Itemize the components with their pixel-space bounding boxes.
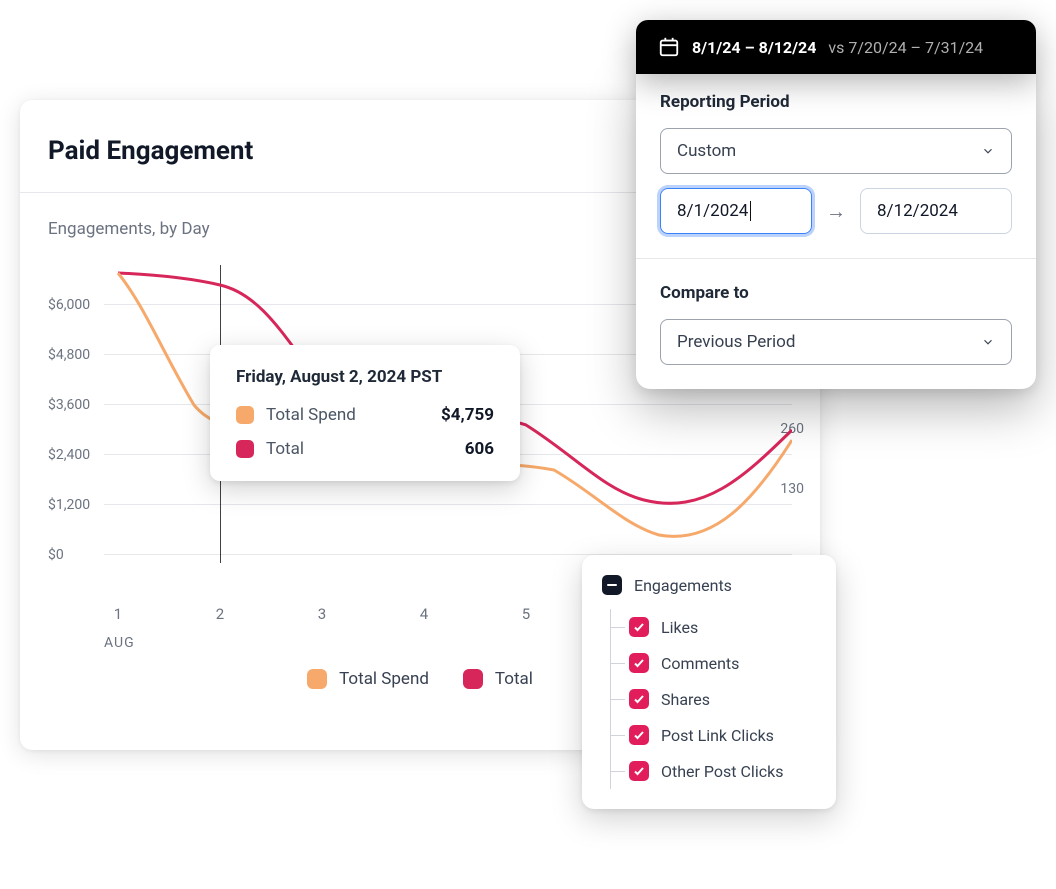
date-range-inputs: 8/1/2024 → 8/12/2024 — [660, 188, 1012, 234]
engagements-tree: Likes Comments Shares Post Link Clicks O… — [610, 609, 816, 789]
end-date-value: 8/12/2024 — [877, 201, 958, 221]
end-date-input[interactable]: 8/12/2024 — [860, 188, 1012, 234]
x-month-label: AUG — [104, 635, 135, 651]
date-range-primary: 8/1/24 – 8/12/24 — [692, 38, 816, 57]
compare-to-section: Compare to Previous Period — [636, 258, 1036, 389]
y-left-tick: $3,600 — [48, 397, 100, 413]
engagement-option-label: Likes — [661, 618, 698, 637]
y-left-tick: $4,800 — [48, 347, 100, 363]
engagement-option-label: Other Post Clicks — [661, 762, 783, 781]
tooltip-title: Friday, August 2, 2024 PST — [236, 367, 494, 387]
checkbox-checked-icon — [629, 653, 649, 673]
x-tick: 5 — [522, 605, 530, 623]
reporting-period-label: Reporting Period — [660, 92, 1012, 112]
compare-to-select[interactable]: Previous Period — [660, 319, 1012, 365]
legend-item: Total Spend — [307, 669, 429, 689]
x-tick: 3 — [318, 605, 326, 623]
engagements-filter-card: Engagements Likes Comments Shares Post L… — [582, 555, 836, 809]
x-tick: 4 — [420, 605, 428, 623]
date-range-secondary: 7/20/24 – 7/31/24 — [848, 38, 983, 57]
engagement-option[interactable]: Shares — [611, 681, 816, 717]
chevron-down-icon — [981, 144, 995, 158]
legend-label: Total Spend — [339, 669, 429, 689]
engagement-option-label: Post Link Clicks — [661, 726, 774, 745]
tooltip-value: $4,759 — [441, 405, 494, 425]
engagements-root-label: Engagements — [634, 576, 732, 595]
tooltip-row: Total Spend $4,759 — [236, 405, 494, 425]
tooltip-swatch — [236, 440, 254, 458]
engagement-option[interactable]: Comments — [611, 645, 816, 681]
reporting-period-section: Reporting Period Custom 8/1/2024 → 8/12/… — [636, 68, 1036, 258]
date-range-panel: Reporting Period Custom 8/1/2024 → 8/12/… — [636, 68, 1036, 389]
compare-to-label: Compare to — [660, 283, 1012, 303]
x-tick: 2 — [216, 605, 224, 623]
reporting-period-select[interactable]: Custom — [660, 128, 1012, 174]
checkbox-checked-icon — [629, 689, 649, 709]
tooltip-swatch — [236, 406, 254, 424]
engagement-option[interactable]: Post Link Clicks — [611, 717, 816, 753]
start-date-input[interactable]: 8/1/2024 — [660, 188, 812, 234]
chevron-down-icon — [981, 335, 995, 349]
x-tick: 1 — [114, 605, 122, 623]
y-left-tick: $2,400 — [48, 447, 100, 463]
engagements-root[interactable]: Engagements — [602, 575, 816, 595]
tooltip-label: Total Spend — [266, 405, 429, 425]
arrow-right-icon: → — [826, 199, 846, 224]
checkbox-indeterminate-icon — [602, 575, 622, 595]
checkbox-checked-icon — [629, 761, 649, 781]
date-range-vs: vs — [828, 38, 844, 57]
legend-label: Total — [495, 669, 533, 689]
y-left-tick: $1,200 — [48, 497, 100, 513]
legend-swatch — [307, 669, 327, 689]
chart-tooltip: Friday, August 2, 2024 PST Total Spend $… — [210, 345, 520, 481]
checkbox-checked-icon — [629, 617, 649, 637]
tooltip-row: Total 606 — [236, 439, 494, 459]
tooltip-value: 606 — [465, 439, 494, 459]
engagement-option-label: Comments — [661, 654, 739, 673]
legend-swatch — [463, 669, 483, 689]
engagement-option[interactable]: Likes — [611, 609, 816, 645]
date-range-pill[interactable]: 8/1/24 – 8/12/24 vs 7/20/24 – 7/31/24 — [636, 20, 1036, 74]
tooltip-label: Total — [266, 439, 453, 459]
y-left-tick: $6,000 — [48, 297, 100, 313]
start-date-value: 8/1/2024 — [677, 201, 748, 221]
select-value: Previous Period — [677, 332, 795, 352]
checkbox-checked-icon — [629, 725, 649, 745]
y-left-tick: $0 — [48, 547, 100, 563]
calendar-icon — [658, 36, 680, 58]
engagement-option[interactable]: Other Post Clicks — [611, 753, 816, 789]
select-value: Custom — [677, 141, 736, 161]
engagement-option-label: Shares — [661, 690, 710, 709]
legend-item: Total — [463, 669, 533, 689]
